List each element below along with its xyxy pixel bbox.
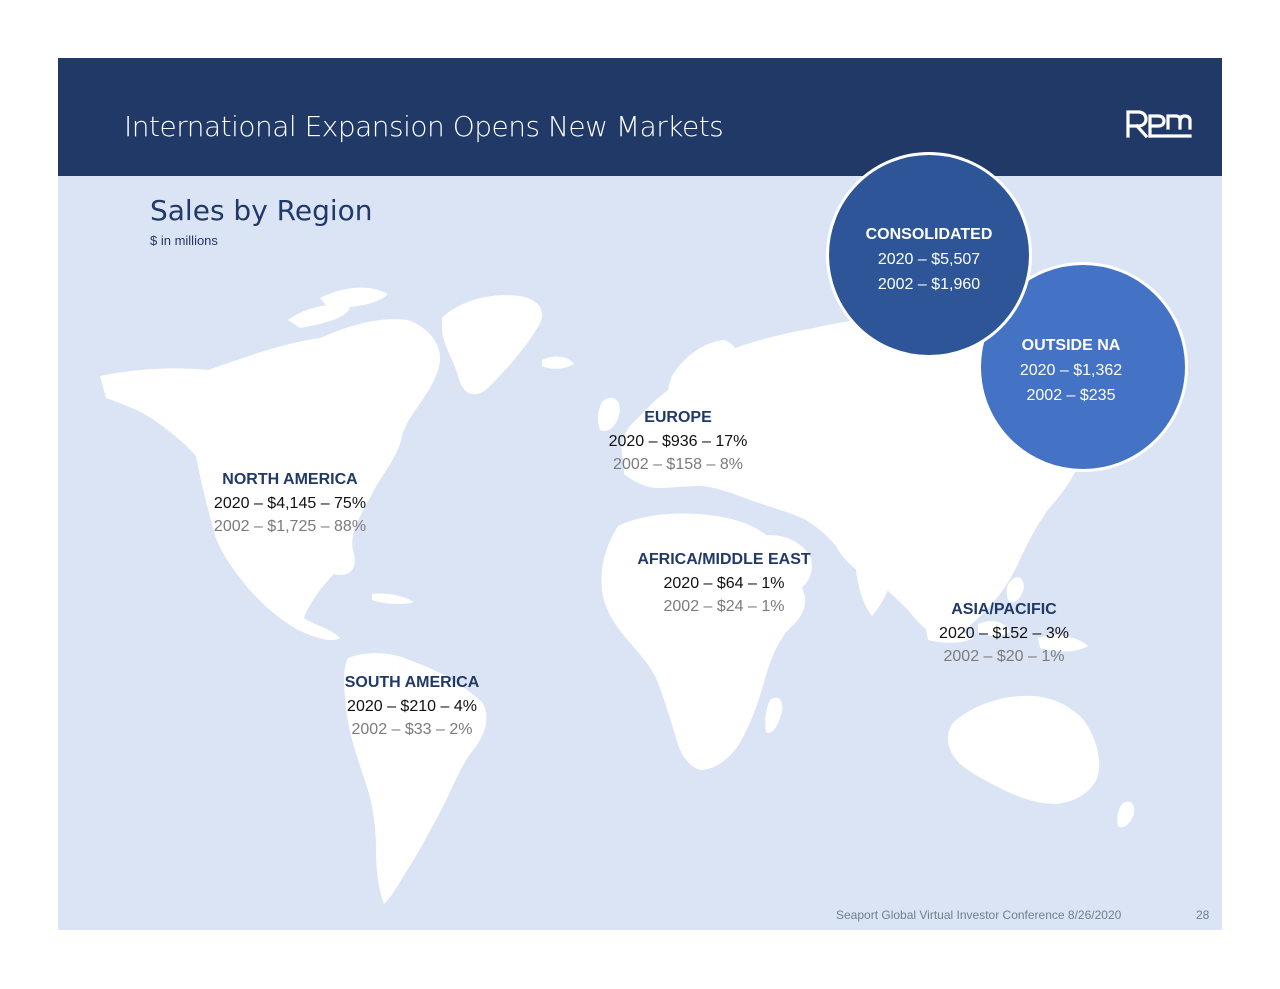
header-bar: International Expansion Opens New Market… [58, 58, 1222, 176]
iceland [542, 356, 574, 369]
slide: International Expansion Opens New Market… [58, 58, 1222, 930]
region-asia-pacific: ASIA/PACIFIC 2020 – $152 – 3% 2002 – $20… [922, 598, 1086, 669]
new-zealand [1117, 801, 1135, 828]
region-2020-value: 2020 – $936 – 17% [608, 432, 748, 450]
region-2020-value: 2020 – $4,145 – 75% [213, 494, 367, 512]
region-name: ASIA/PACIFIC [951, 601, 1057, 618]
callout-2002-value: 2002 – $1,960 [877, 276, 981, 293]
region-name: SOUTH AMERICA [344, 674, 480, 691]
india [854, 537, 894, 616]
region-name: AFRICA/MIDDLE EAST [637, 551, 811, 568]
region-name: NORTH AMERICA [222, 471, 358, 488]
region-2002-value: 2002 – $1,725 – 88% [213, 518, 367, 535]
callout-2020-value: 2020 – $1,362 [1019, 362, 1123, 379]
region-2002-value: 2002 – $20 – 1% [943, 648, 1065, 665]
region-2002-value: 2002 – $33 – 2% [351, 721, 473, 738]
australia-landmass [947, 695, 1100, 804]
page-number: 28 [1196, 908, 1210, 922]
rpm-logo [1126, 110, 1192, 139]
units-note: $ in millions [150, 233, 218, 248]
callout-name: CONSOLIDATED [865, 226, 993, 243]
callout-name: OUTSIDE NA [1021, 337, 1121, 354]
region-name: EUROPE [644, 409, 712, 426]
madagascar [765, 697, 783, 733]
caribbean-islands [372, 593, 414, 605]
page-title: International Expansion Opens New Market… [124, 110, 724, 143]
region-2020-value: 2020 – $64 – 1% [663, 574, 785, 592]
region-2020-value: 2020 – $210 – 4% [347, 697, 477, 715]
consolidated-callout: CONSOLIDATED 2020 – $5,507 2002 – $1,960 [826, 152, 1032, 358]
region-2020-value: 2020 – $152 – 3% [939, 624, 1069, 642]
region-2002-value: 2002 – $158 – 8% [613, 456, 743, 473]
region-europe: EUROPE 2020 – $936 – 17% 2002 – $158 – 8… [590, 406, 766, 477]
footer-text: Seaport Global Virtual Investor Conferen… [836, 908, 1122, 922]
region-2002-value: 2002 – $24 – 1% [663, 598, 785, 615]
greenland-landmass [442, 295, 543, 395]
section-title: Sales by Region [150, 194, 373, 227]
region-south-america: SOUTH AMERICA 2020 – $210 – 4% 2002 – $3… [330, 671, 494, 742]
callout-2002-value: 2002 – $235 [1026, 387, 1116, 404]
callout-2020-value: 2020 – $5,507 [877, 251, 981, 268]
region-africa-middle-east: AFRICA/MIDDLE EAST 2020 – $64 – 1% 2002 … [632, 548, 816, 619]
arctic-islands-2 [320, 287, 388, 308]
region-north-america: NORTH AMERICA 2020 – $4,145 – 75% 2002 –… [208, 468, 372, 539]
arctic-islands [288, 305, 350, 328]
